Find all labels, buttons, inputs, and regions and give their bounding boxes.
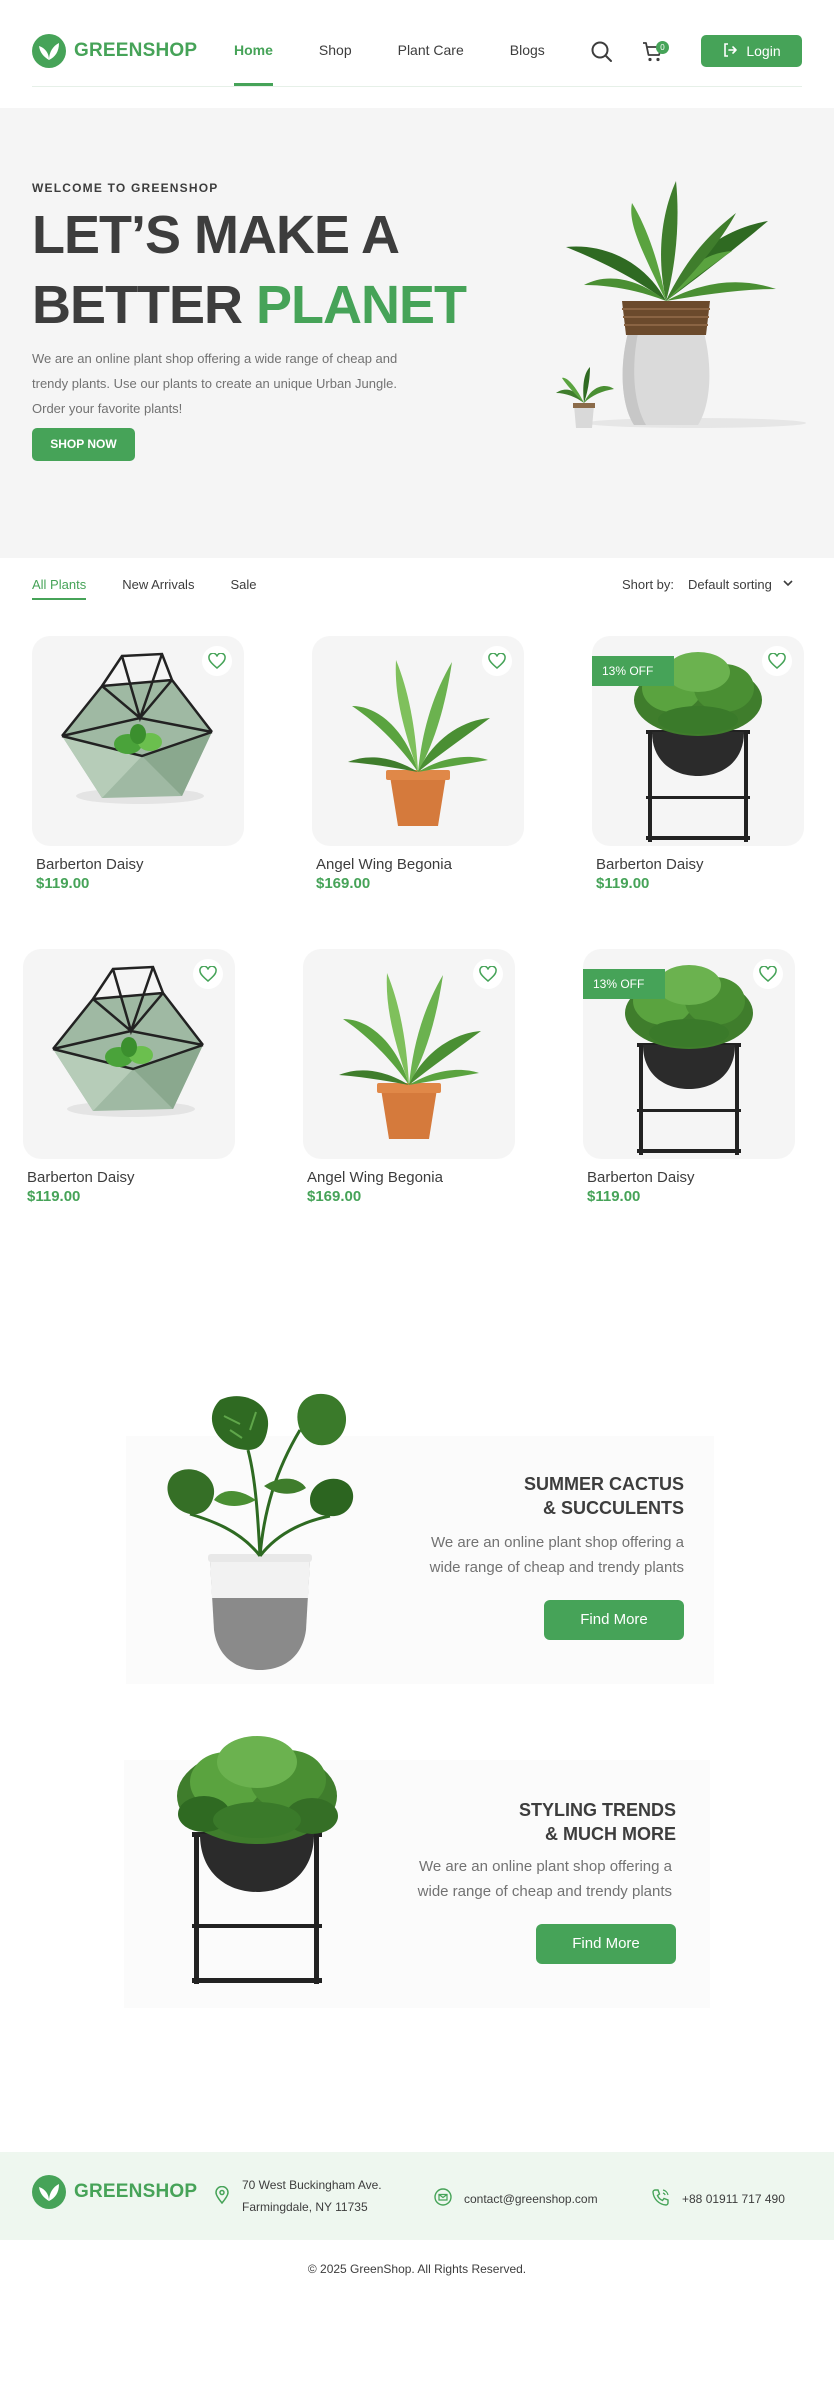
sort-label: Short by: bbox=[622, 577, 675, 592]
banner-desc-line2: wide range of cheap and trendy plants bbox=[429, 1559, 684, 1576]
mail-icon bbox=[434, 2188, 452, 2209]
hero-welcome: WELCOME TO GREENSHOP bbox=[32, 181, 219, 195]
nav-home[interactable]: Home bbox=[234, 42, 273, 88]
heart-icon[interactable] bbox=[473, 959, 503, 989]
tab-new-arrivals[interactable]: New Arrivals bbox=[122, 577, 194, 601]
category-tabs: All Plants New Arrivals Sale bbox=[32, 577, 292, 601]
product-price: $119.00 bbox=[587, 1188, 641, 1205]
product-card[interactable]: Angel Wing Begonia $169.00 bbox=[312, 636, 524, 892]
banner-title-line1: STYLING TRENDS bbox=[518, 1800, 676, 1820]
footer-email[interactable]: contact@greenshop.com bbox=[434, 2188, 598, 2209]
product-image[interactable] bbox=[32, 636, 244, 846]
leaf-logo-icon bbox=[32, 2175, 66, 2209]
banner-description: We are an online plant shop offering a wi… bbox=[418, 1854, 672, 1904]
product-card[interactable]: Barberton Daisy $119.00 bbox=[32, 636, 244, 892]
footer-logo-text: GREENSHOP bbox=[74, 2181, 198, 2202]
banner-desc-line2: wide range of cheap and trendy plants bbox=[417, 1883, 672, 1900]
banner-title-line2: & SUCCULENTS bbox=[542, 1498, 684, 1518]
nav-blogs[interactable]: Blogs bbox=[510, 42, 545, 88]
product-image[interactable]: 13% OFF bbox=[583, 949, 795, 1159]
sale-badge: 13% OFF bbox=[583, 969, 665, 999]
bush-plant-image bbox=[164, 1724, 374, 1999]
sale-badge: 13% OFF bbox=[592, 656, 674, 686]
cart-count-badge: 0 bbox=[656, 41, 669, 54]
hero-title-line2: BETTER PLANET bbox=[32, 274, 467, 336]
address-line2: Farmingdale, NY 11735 bbox=[242, 2200, 368, 2214]
banner-description: We are an online plant shop offering a wi… bbox=[430, 1530, 684, 1580]
product-image[interactable]: 13% OFF bbox=[592, 636, 804, 846]
find-more-button[interactable]: Find More bbox=[544, 1600, 684, 1640]
login-label: Login bbox=[746, 43, 781, 59]
banner-title: SUMMER CACTUS & SUCCULENTS bbox=[524, 1472, 684, 1520]
product-name[interactable]: Barberton Daisy bbox=[596, 856, 804, 873]
product-name[interactable]: Barberton Daisy bbox=[27, 1169, 235, 1186]
banner-desc-line1: We are an online plant shop offering a bbox=[419, 1858, 672, 1875]
product-price: $119.00 bbox=[596, 875, 650, 892]
sort-value: Default sorting bbox=[688, 577, 772, 592]
product-price: $169.00 bbox=[307, 1188, 362, 1205]
tab-sale[interactable]: Sale bbox=[230, 577, 256, 601]
logout-icon bbox=[722, 42, 738, 61]
product-image[interactable] bbox=[312, 636, 524, 846]
find-more-button[interactable]: Find More bbox=[536, 1924, 676, 1964]
footer-address: 70 West Buckingham Ave. Farmingdale, NY 1… bbox=[214, 2174, 382, 2218]
monstera-plant-image bbox=[160, 1390, 360, 1685]
banner-title-line1: SUMMER CACTUS bbox=[524, 1474, 684, 1494]
product-card[interactable]: 13% OFF Barberton Daisy $119.00 bbox=[592, 636, 804, 892]
heart-icon[interactable] bbox=[202, 646, 232, 676]
hero-description: We are an online plant shop offering a w… bbox=[32, 351, 398, 416]
heart-icon[interactable] bbox=[193, 959, 223, 989]
heart-icon[interactable] bbox=[482, 646, 512, 676]
promo-banner-styling-trends: STYLING TRENDS & MUCH MORE We are an onli… bbox=[124, 1736, 710, 2008]
product-card[interactable]: 13% OFF Barberton Daisy $119.00 bbox=[583, 949, 795, 1205]
email-text: contact@greenshop.com bbox=[464, 2191, 598, 2206]
site-footer: GREENSHOP 70 West Buckingham Ave. Farming… bbox=[0, 2152, 834, 2240]
heart-icon[interactable] bbox=[753, 959, 783, 989]
logo[interactable]: GREENSHOP bbox=[32, 34, 197, 68]
main-nav: Home Shop Plant Care Blogs bbox=[234, 42, 591, 88]
hero-plant-image bbox=[536, 173, 806, 438]
shop-now-button[interactable]: SHOP NOW bbox=[32, 428, 135, 461]
copyright: © 2025 GreenShop. All Rights Reserved. bbox=[307, 2262, 527, 2276]
product-card[interactable]: Barberton Daisy $119.00 bbox=[23, 949, 235, 1205]
product-name[interactable]: Barberton Daisy bbox=[587, 1169, 795, 1186]
address-line1: 70 West Buckingham Ave. bbox=[242, 2178, 382, 2192]
logo-text: GREENSHOP bbox=[74, 40, 198, 61]
phone-icon bbox=[652, 2188, 670, 2209]
product-name[interactable]: Angel Wing Begonia bbox=[307, 1169, 515, 1186]
banner-title: STYLING TRENDS & MUCH MORE bbox=[519, 1798, 676, 1846]
header-divider bbox=[32, 86, 802, 87]
sort-dropdown[interactable]: Default sorting bbox=[688, 577, 794, 592]
product-price: $119.00 bbox=[36, 875, 90, 892]
product-price: $169.00 bbox=[316, 875, 371, 892]
product-name[interactable]: Angel Wing Begonia bbox=[316, 856, 524, 873]
sort-control: Short by: Default sorting bbox=[622, 577, 794, 592]
footer-logo[interactable]: GREENSHOP bbox=[32, 2175, 197, 2209]
product-image[interactable] bbox=[303, 949, 515, 1159]
banner-title-line2: & MUCH MORE bbox=[545, 1824, 676, 1844]
nav-shop[interactable]: Shop bbox=[319, 42, 352, 88]
nav-plant-care[interactable]: Plant Care bbox=[398, 42, 464, 88]
heart-icon[interactable] bbox=[762, 646, 792, 676]
tab-all-plants[interactable]: All Plants bbox=[32, 577, 87, 601]
hero-title-accent: PLANET bbox=[256, 275, 467, 335]
product-name[interactable]: Barberton Daisy bbox=[36, 856, 244, 873]
search-icon[interactable] bbox=[590, 40, 614, 69]
product-card[interactable]: Angel Wing Begonia $169.00 bbox=[303, 949, 515, 1205]
login-button[interactable]: Login bbox=[701, 35, 802, 67]
footer-phone[interactable]: +88 01911 717 490 bbox=[652, 2188, 785, 2209]
hero-title-prefix: BETTER bbox=[32, 275, 257, 335]
chevron-down-icon bbox=[782, 577, 794, 592]
hero-title-line1: LET’S MAKE A bbox=[32, 205, 400, 265]
promo-banner-summer-cactus: SUMMER CACTUS & SUCCULENTS We are an onli… bbox=[126, 1393, 714, 1684]
hero-section: WELCOME TO GREENSHOP LET’S MAKE A BETTER… bbox=[0, 108, 834, 558]
leaf-logo-icon bbox=[32, 34, 66, 68]
banner-desc-line1: We are an online plant shop offering a bbox=[431, 1534, 684, 1551]
product-price: $119.00 bbox=[27, 1188, 81, 1205]
phone-text: +88 01911 717 490 bbox=[682, 2191, 785, 2206]
product-image[interactable] bbox=[23, 949, 235, 1159]
location-icon bbox=[214, 2185, 230, 2207]
site-header: GREENSHOP Home Shop Plant Care Blogs 0 L… bbox=[0, 0, 834, 88]
